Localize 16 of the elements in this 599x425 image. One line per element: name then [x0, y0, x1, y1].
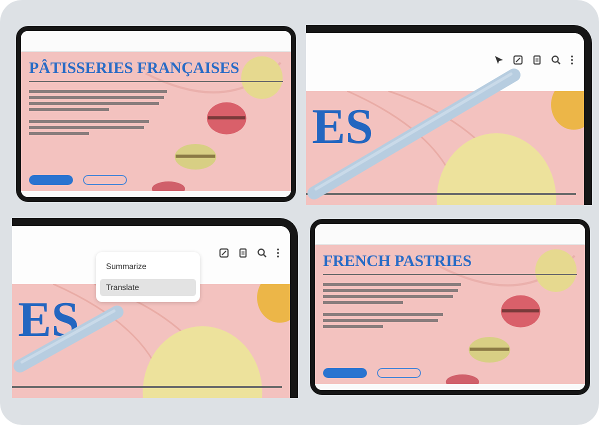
search-icon[interactable] [551, 55, 561, 65]
search-icon[interactable] [257, 248, 267, 258]
edit-icon[interactable] [219, 248, 229, 258]
document-icon[interactable] [238, 248, 248, 258]
page-title: PÂTISSERIES FRANÇAISES [29, 60, 240, 78]
menu-item[interactable]: Summarize [100, 258, 196, 275]
edit-icon[interactable] [513, 55, 523, 65]
more-icon[interactable] [570, 55, 574, 65]
menu-item[interactable]: Translate [100, 279, 196, 296]
primary-button[interactable] [323, 368, 367, 378]
more-icon[interactable] [276, 248, 280, 258]
page-title: ES [312, 101, 374, 151]
cursor-icon[interactable] [494, 55, 504, 65]
document-icon[interactable] [532, 55, 542, 65]
primary-button[interactable] [29, 175, 73, 185]
page-title: FRENCH PASTRIES [323, 253, 473, 271]
